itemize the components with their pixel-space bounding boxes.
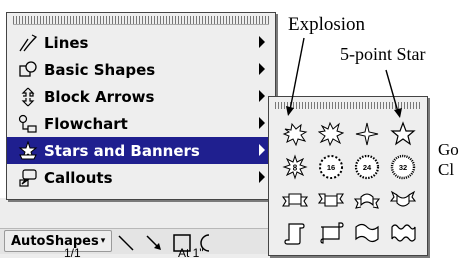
up-ribbon-icon[interactable] xyxy=(277,183,313,216)
callouts-icon xyxy=(17,167,39,189)
submenu-arrow-icon xyxy=(259,117,265,129)
menu-item-callouts[interactable]: Callouts xyxy=(7,164,275,191)
line-tool-icon[interactable] xyxy=(116,233,136,253)
star-number-label: 24 xyxy=(363,163,372,172)
menu-item-label: Callouts xyxy=(44,168,113,187)
menu-item-label: Lines xyxy=(44,33,89,52)
menu-item-lines[interactable]: Lines xyxy=(7,29,275,56)
wave-icon[interactable] xyxy=(349,216,385,249)
8-point-star-icon[interactable]: 8 xyxy=(277,150,313,183)
star-pointer-arrow xyxy=(385,69,402,118)
autoshapes-label: AutoShapes xyxy=(11,233,99,249)
arrow-tool-icon[interactable] xyxy=(144,233,164,253)
lines-icon xyxy=(17,32,39,54)
menu-item-flowchart[interactable]: Flowchart xyxy=(7,110,275,137)
side-note-line2: Cl xyxy=(438,160,455,179)
curved-up-ribbon-icon[interactable] xyxy=(349,183,385,216)
explosion-annotation: Explosion xyxy=(288,14,366,35)
status-page: 1/1 xyxy=(64,246,81,258)
flowchart-icon xyxy=(17,113,39,135)
down-ribbon-icon[interactable] xyxy=(313,183,349,216)
block-arrows-icon xyxy=(17,86,39,108)
submenu-arrow-icon xyxy=(259,36,265,48)
menu-item-block-arrows[interactable]: Block Arrows xyxy=(7,83,275,110)
star-number-label: 8 xyxy=(293,163,298,172)
autoshapes-button[interactable]: AutoShapes ▾ xyxy=(4,230,113,252)
submenu-arrow-icon xyxy=(259,144,265,156)
menu-drag-handle[interactable] xyxy=(13,16,269,25)
menu-item-basic-shapes[interactable]: Basic Shapes xyxy=(7,56,275,83)
menu-item-stars-and-banners[interactable]: Stars and Banners xyxy=(7,137,275,164)
explosion-2-icon[interactable] xyxy=(313,117,349,150)
basic-shapes-icon xyxy=(17,59,39,81)
submenu-arrow-icon xyxy=(259,171,265,183)
shape-grid: 8 16 24 32 xyxy=(277,117,421,255)
menu-item-label: Basic Shapes xyxy=(44,60,156,79)
submenu-arrow-icon xyxy=(259,63,265,75)
autoshapes-menu: Lines Basic Shapes Block Arrows Flowchar… xyxy=(6,12,276,200)
16-point-star-icon[interactable]: 16 xyxy=(313,150,349,183)
submenu-arrow-icon xyxy=(259,90,265,102)
status-position: At 1" xyxy=(178,246,204,258)
menu-item-label: Stars and Banners xyxy=(44,141,200,160)
dropdown-caret-icon: ▾ xyxy=(100,236,106,246)
menu-item-label: Block Arrows xyxy=(44,87,155,106)
five-point-star-annotation: 5-point Star xyxy=(340,44,426,64)
double-wave-icon[interactable] xyxy=(385,216,421,249)
curved-down-ribbon-icon[interactable] xyxy=(385,183,421,216)
32-point-star-icon[interactable]: 32 xyxy=(385,150,421,183)
star-number-label: 16 xyxy=(327,163,335,172)
horizontal-scroll-icon[interactable] xyxy=(313,216,349,249)
menu-item-label: Flowchart xyxy=(44,114,128,133)
24-point-star-icon[interactable]: 24 xyxy=(349,150,385,183)
vertical-scroll-icon[interactable] xyxy=(277,216,313,249)
stars-banners-icon xyxy=(17,140,39,162)
explosion-pointer-arrow xyxy=(286,37,305,116)
star-number-label: 32 xyxy=(399,163,407,172)
side-note-line1: Go xyxy=(438,140,459,159)
